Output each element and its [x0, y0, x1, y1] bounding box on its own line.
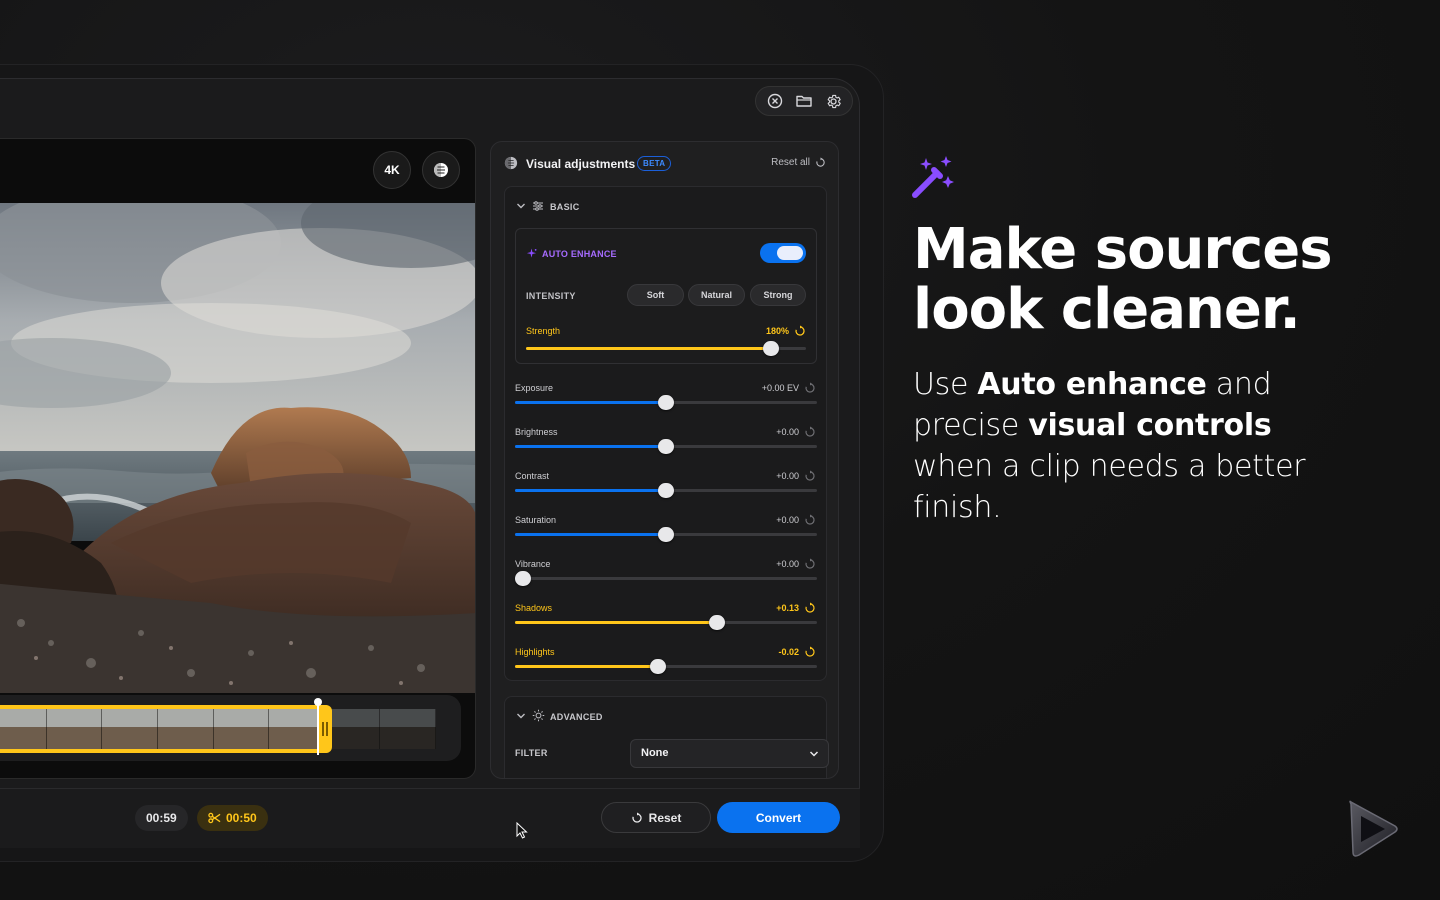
strength-value: 180%	[765, 326, 789, 336]
reset-all-button[interactable]: Reset all	[771, 157, 826, 168]
panel-title: Visual adjustments	[526, 157, 636, 171]
headline-line-1: Make sources	[913, 217, 1333, 282]
sub-text-1: Use	[913, 367, 978, 402]
close-icon[interactable]	[764, 90, 786, 112]
filter-select[interactable]: None	[630, 739, 829, 768]
folder-icon[interactable]	[793, 90, 815, 112]
shadows-reset-icon[interactable]	[804, 602, 816, 614]
vibrance-slider[interactable]	[515, 571, 817, 586]
exposure-label: Exposure	[515, 383, 554, 393]
reset-icon	[632, 812, 642, 823]
reset-button[interactable]: Reset	[601, 802, 711, 833]
advanced-label: ADVANCED	[550, 712, 603, 722]
window-toolbar	[755, 86, 853, 116]
contrast-reset-icon[interactable]	[804, 470, 816, 482]
hdr-toggle-icon[interactable]	[422, 151, 460, 189]
auto-enhance-card: AUTO ENHANCE INTENSITY Soft Natural Stro…	[515, 228, 817, 364]
scissors-icon	[208, 812, 221, 824]
highlights-slider[interactable]	[515, 659, 817, 674]
sliders-icon	[533, 201, 543, 211]
intensity-label: INTENSITY	[526, 291, 576, 301]
playhead[interactable]	[314, 698, 322, 755]
strength-slider[interactable]	[526, 341, 806, 356]
auto-enhance-toggle[interactable]	[760, 243, 806, 263]
resolution-badge[interactable]: 4K	[373, 151, 411, 189]
auto-enhance-label: AUTO ENHANCE	[542, 249, 617, 259]
sub-text-3: when a clip needs a better finish.	[913, 449, 1306, 525]
highlights-value: -0.02	[778, 647, 799, 657]
chevron-down-icon	[809, 751, 819, 757]
exposure-slider[interactable]	[515, 395, 817, 410]
adjustments-icon	[504, 156, 518, 170]
saturation-label: Saturation	[515, 515, 557, 525]
magic-wand-icon	[912, 156, 954, 198]
basic-section: BASIC AUTO ENHANCE INTENSITY Soft Natura…	[504, 186, 827, 681]
reset-icon	[816, 157, 825, 167]
highlights-reset-icon[interactable]	[804, 646, 816, 658]
headline-line-2: look cleaner.	[913, 277, 1301, 342]
video-frame	[0, 203, 475, 693]
intensity-strong-button[interactable]: Strong	[750, 284, 806, 306]
saturation-reset-icon[interactable]	[804, 514, 816, 526]
strength-label: Strength	[526, 326, 561, 336]
vibrance-reset-icon[interactable]	[804, 558, 816, 570]
mouse-cursor-icon	[516, 822, 528, 839]
vibrance-label: Vibrance	[515, 559, 551, 569]
shadows-value: +0.13	[776, 603, 799, 613]
contrast-label: Contrast	[515, 471, 550, 481]
contrast-value: +0.00	[776, 471, 799, 481]
current-time: 00:59	[135, 805, 188, 831]
saturation-value: +0.00	[776, 515, 799, 525]
trim-duration[interactable]: 00:50	[197, 805, 268, 831]
beta-badge: BETA	[637, 156, 672, 171]
timeline[interactable]	[0, 695, 461, 761]
video-preview: 4K	[0, 138, 476, 779]
headline: Make sources look cleaner.	[913, 220, 1413, 340]
shadows-slider[interactable]	[515, 615, 817, 630]
intensity-natural-button[interactable]: Natural	[688, 284, 745, 306]
brightness-reset-icon[interactable]	[804, 426, 816, 438]
brightness-label: Brightness	[515, 427, 558, 437]
trim-duration-value: 00:50	[226, 811, 257, 825]
filter-select-value: None	[641, 747, 669, 759]
reset-all-label: Reset all	[771, 157, 810, 168]
brightness-slider[interactable]	[515, 439, 817, 454]
visual-adjustments-panel: Visual adjustments BETA Reset all BASIC …	[490, 141, 839, 779]
sun-icon	[532, 709, 545, 722]
convert-button[interactable]: Convert	[717, 802, 840, 833]
saturation-slider[interactable]	[515, 527, 817, 542]
app-logo-icon	[1349, 800, 1398, 857]
trim-selection[interactable]	[0, 705, 331, 753]
highlights-label: Highlights	[515, 647, 555, 657]
shadows-label: Shadows	[515, 603, 553, 613]
trim-end-handle[interactable]	[318, 705, 332, 753]
brightness-value: +0.00	[776, 427, 799, 437]
sub-emphasis-1: Auto enhance	[977, 367, 1207, 402]
strength-reset-icon[interactable]	[794, 325, 806, 337]
panel-header: Visual adjustments BETA Reset all	[491, 142, 838, 184]
subheadline: Use Auto enhance and precise visual cont…	[913, 364, 1343, 528]
chevron-down-icon[interactable]	[516, 201, 526, 211]
sub-emphasis-2: visual controls	[1028, 408, 1272, 443]
reset-button-label: Reset	[648, 810, 682, 825]
filter-label: FILTER	[515, 748, 548, 758]
exposure-value: +0.00 EV	[761, 383, 799, 393]
gear-icon[interactable]	[822, 90, 844, 112]
advanced-section: ADVANCED FILTER None	[504, 696, 829, 778]
intensity-soft-button[interactable]: Soft	[627, 284, 684, 306]
sparkle-icon	[526, 248, 537, 258]
contrast-slider[interactable]	[515, 483, 817, 498]
vibrance-value: +0.00	[776, 559, 799, 569]
chevron-down-icon[interactable]	[516, 711, 526, 721]
exposure-reset-icon[interactable]	[804, 382, 816, 394]
basic-label: BASIC	[550, 202, 580, 212]
